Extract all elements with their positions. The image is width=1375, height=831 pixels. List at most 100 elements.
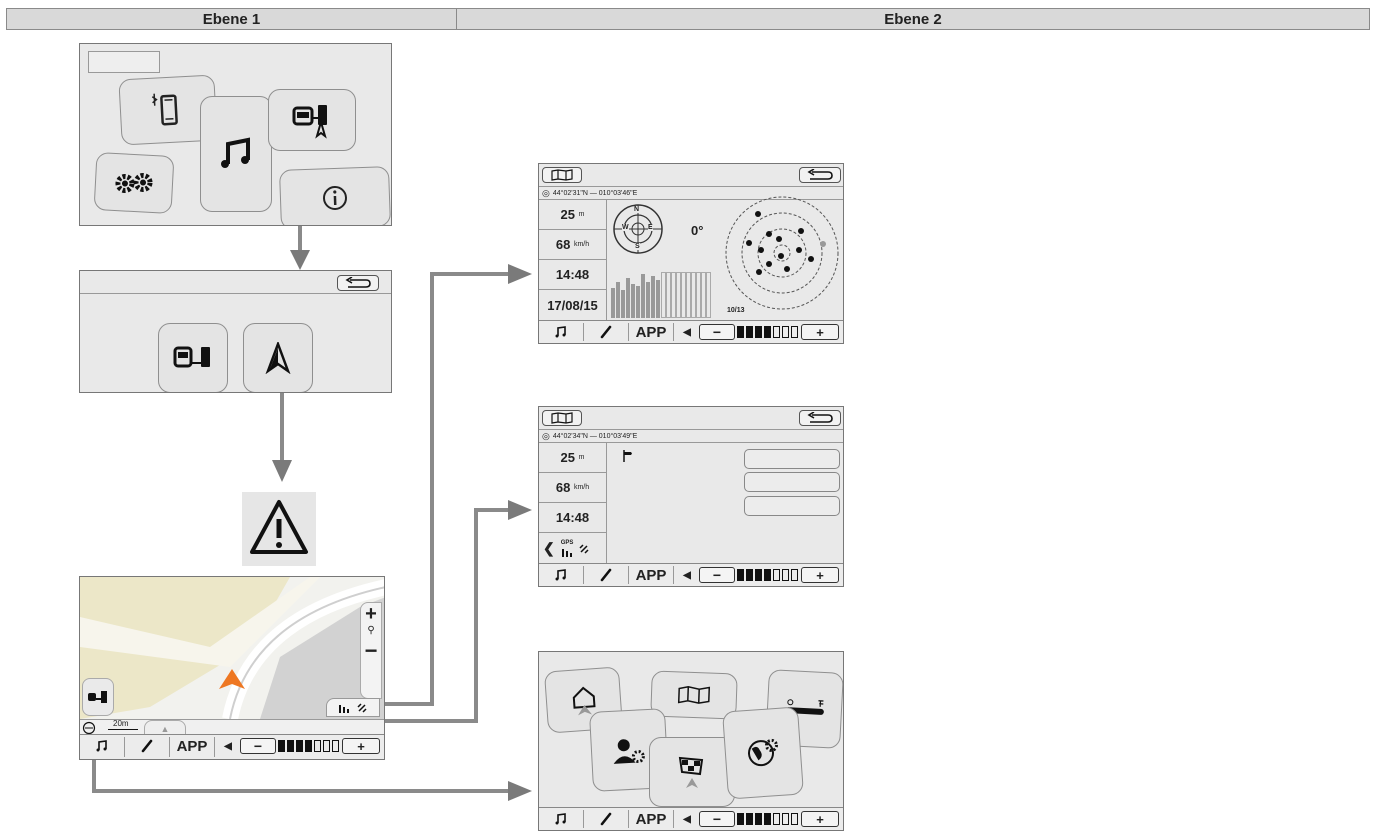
globe-settings-icon: [748, 738, 778, 767]
music-button[interactable]: [539, 321, 583, 343]
scale-line: [108, 729, 138, 730]
home-screen: [79, 43, 392, 226]
back-button[interactable]: [799, 410, 841, 426]
destination-flag-icon: [678, 756, 704, 788]
gps-target-icon: ◎: [542, 187, 550, 198]
gps-label: GPS: [560, 540, 574, 546]
plus-label: +: [816, 567, 824, 583]
satellite-signal-bars: [611, 272, 711, 318]
back-button[interactable]: [337, 275, 379, 291]
phone-button[interactable]: [125, 735, 169, 757]
phone-button[interactable]: [584, 808, 628, 830]
map-tile[interactable]: [650, 670, 738, 720]
volume-minus-button[interactable]: −: [240, 738, 276, 754]
map-scale: 20m: [113, 719, 129, 728]
navigation-connect-icon: [173, 346, 210, 368]
volume-level: [278, 740, 339, 752]
app-label: APP: [635, 566, 667, 584]
map-book-icon: [551, 412, 573, 424]
option-button-3[interactable]: [744, 496, 840, 516]
volume-minus-button[interactable]: −: [699, 567, 735, 583]
gps-info-screen: ◎ 44°02'34"N — 010°03'49"E 25 m 68 km/h 1…: [538, 406, 844, 587]
warning-icon: [250, 500, 308, 554]
app-button[interactable]: APP: [629, 564, 673, 586]
heading-value: 0°: [691, 223, 704, 238]
phone-icon: [600, 812, 612, 826]
volume-plus-button[interactable]: +: [342, 738, 380, 754]
minus-label: −: [712, 811, 722, 827]
plus-label: +: [816, 811, 824, 827]
info-column: 25 m 68 km/h 14:48 ❮ GPS: [539, 443, 607, 564]
volume-plus-button[interactable]: +: [801, 324, 839, 340]
gps-cell[interactable]: ❮ GPS: [539, 533, 606, 564]
music-button[interactable]: [539, 564, 583, 586]
music-button[interactable]: [539, 808, 583, 830]
bottom-bar: APP ◀︎ − +: [539, 807, 843, 830]
time-cell: 14:48: [539, 260, 606, 290]
date-value: 17/08/15: [547, 298, 598, 313]
connected-nav-button[interactable]: [158, 323, 228, 392]
speed-value: 68: [555, 237, 571, 252]
map-mode-button[interactable]: [542, 167, 582, 183]
phone-bluetooth-icon: [151, 93, 178, 126]
map-book-icon: [551, 169, 573, 181]
volume-plus-button[interactable]: +: [801, 567, 839, 583]
header-level-1: Ebene 1: [6, 8, 457, 30]
volume-level: [737, 813, 798, 825]
back-button[interactable]: [799, 167, 841, 183]
satellite-markers: [746, 211, 814, 275]
top-bar: [539, 407, 843, 430]
info-icon: [323, 186, 347, 210]
volume-plus-button[interactable]: +: [801, 811, 839, 827]
volume-minus-button[interactable]: −: [699, 811, 735, 827]
app-button[interactable]: APP: [170, 735, 214, 757]
phone-icon: [600, 325, 612, 339]
music-note-icon: [555, 813, 566, 825]
map-tool-button[interactable]: [82, 678, 114, 716]
globe-settings-tile[interactable]: [722, 706, 804, 800]
volume-level: [737, 569, 798, 581]
altitude-cell: 25 m: [539, 443, 606, 473]
header-level-1-label: Ebene 1: [202, 10, 261, 28]
navigation-button[interactable]: [243, 323, 313, 392]
media-tile[interactable]: [200, 96, 272, 212]
compass-w: W: [622, 224, 629, 231]
app-label: APP: [635, 810, 667, 828]
navigation-tile[interactable]: [268, 89, 356, 151]
volume-icon: ◀︎: [683, 813, 691, 825]
zoom-out-button[interactable]: −: [361, 636, 381, 666]
option-button-2[interactable]: [744, 472, 840, 492]
compass-e: E: [648, 224, 653, 231]
destination-tile[interactable]: [649, 737, 735, 807]
speed-unit: km/h: [573, 241, 590, 248]
coords-row: ◎ 44°02'34"N — 010°03'49"E: [539, 430, 843, 443]
contacts-settings-icon: [613, 739, 645, 764]
info-tile[interactable]: [278, 166, 391, 225]
music-note-icon: [555, 326, 566, 338]
nav-main-menu-screen: APP ◀︎ − +: [538, 651, 844, 831]
altitude-cell: 25 m: [539, 200, 606, 230]
navigation-connect-icon: [292, 105, 327, 139]
back-arrow-icon: [807, 169, 833, 180]
phone-button[interactable]: [584, 564, 628, 586]
satellite-icon: [357, 702, 367, 713]
satellite-icon: [579, 543, 589, 554]
app-button[interactable]: APP: [629, 808, 673, 830]
plus-label: +: [357, 738, 365, 754]
map-mode-button[interactable]: [542, 410, 582, 426]
bottom-bar: APP ◀︎ − +: [539, 320, 843, 343]
time-cell: 14:48: [539, 503, 606, 533]
music-button[interactable]: [80, 735, 124, 757]
map-screen: + ⚲ − 20m ▲ APP ◀︎ − +: [79, 576, 385, 760]
app-button[interactable]: APP: [629, 321, 673, 343]
warning-panel: [242, 492, 316, 566]
volume-minus-button[interactable]: −: [699, 324, 735, 340]
gps-status-button[interactable]: [326, 698, 380, 717]
phone-button[interactable]: [584, 321, 628, 343]
altitude-unit: m: [578, 211, 585, 218]
settings-tile[interactable]: [93, 151, 175, 215]
gps-target-icon: ◎: [542, 430, 550, 441]
option-button-1[interactable]: [744, 449, 840, 469]
zoom-in-button[interactable]: +: [361, 603, 381, 625]
music-note-icon: [96, 740, 107, 752]
